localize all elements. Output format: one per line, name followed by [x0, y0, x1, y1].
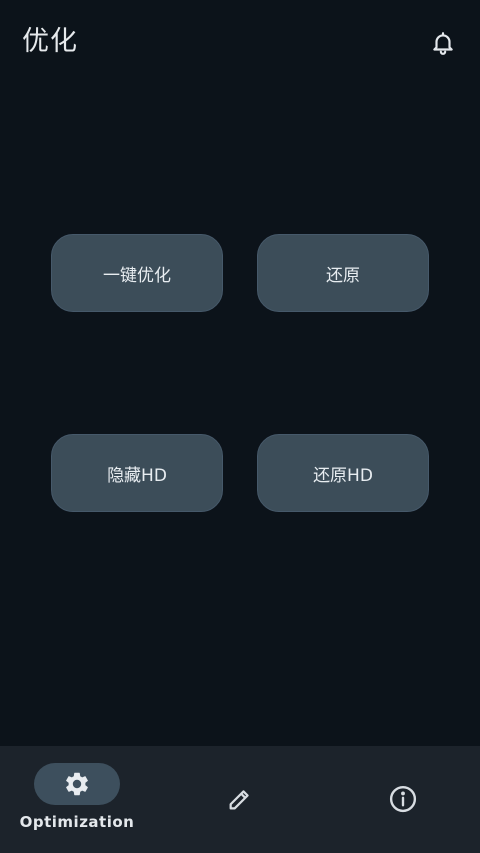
optimize-button[interactable]: 一键优化: [51, 234, 223, 312]
nav-item-optimization[interactable]: Optimization: [0, 746, 154, 853]
notification-button[interactable]: [428, 28, 458, 58]
bell-icon: [433, 32, 453, 55]
nav-item-info[interactable]: [326, 746, 480, 853]
page-title: 优化: [22, 26, 78, 57]
nav-item-edit[interactable]: [163, 746, 317, 853]
main-content: 一键优化 还原 隐藏HD 还原HD: [0, 86, 480, 746]
nav-active-indicator: [34, 763, 120, 805]
bottom-navigation: Optimization: [0, 746, 480, 853]
pencil-icon: [229, 790, 249, 810]
info-icon: [389, 785, 417, 813]
restore-button[interactable]: 还原: [257, 234, 429, 312]
gear-icon: [66, 772, 88, 796]
hide-hd-button[interactable]: 隐藏HD: [51, 434, 223, 512]
restore-hd-button[interactable]: 还原HD: [257, 434, 429, 512]
nav-label-optimization: Optimization: [19, 813, 135, 831]
app-bar: 优化: [0, 0, 480, 86]
